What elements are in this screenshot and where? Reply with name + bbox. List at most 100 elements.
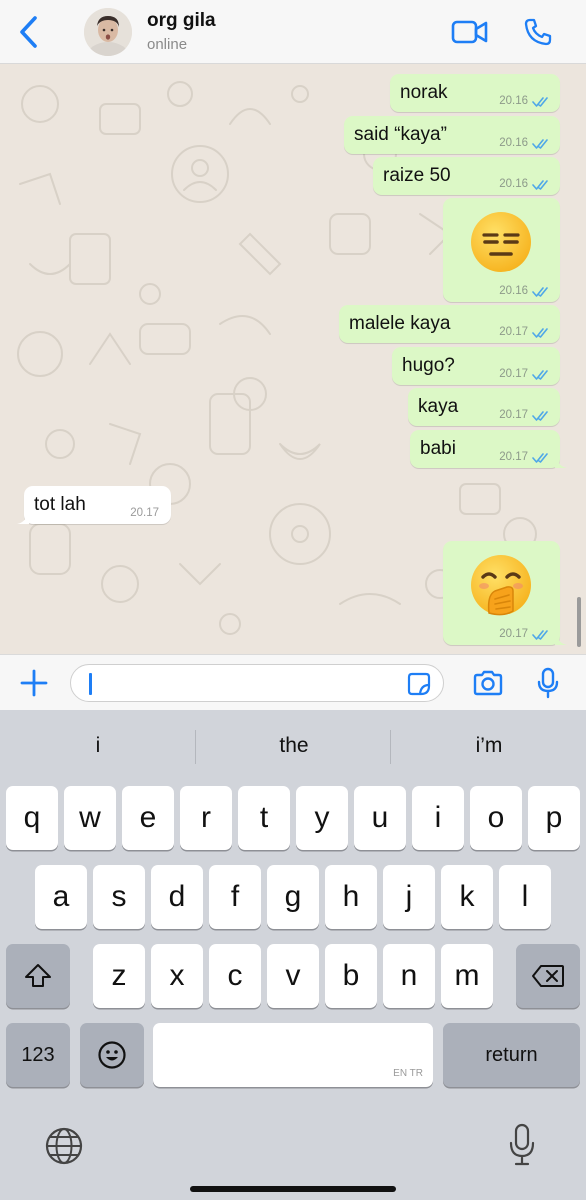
key-c[interactable]: c	[209, 944, 261, 1008]
key-u[interactable]: u	[354, 786, 406, 850]
sticker-button[interactable]	[405, 671, 433, 697]
key-d[interactable]: d	[151, 865, 203, 929]
message-bubble-outgoing[interactable]: kaya 20.17	[408, 388, 560, 426]
read-ticks-icon	[532, 139, 548, 149]
message-time: 20.16	[499, 137, 528, 149]
chat-area[interactable]: norak 20.16 said “kaya” 20.16 raize 50 2…	[0, 64, 586, 654]
contact-name[interactable]: org gila	[147, 10, 216, 32]
message-bubble-outgoing[interactable]: norak 20.16	[390, 74, 560, 112]
key-g[interactable]: g	[267, 865, 319, 929]
microphone-icon	[537, 667, 559, 699]
read-ticks-icon	[532, 180, 548, 190]
attach-button[interactable]	[14, 663, 54, 703]
message-text: kaya	[418, 396, 459, 417]
message-bubble-outgoing-emoji[interactable]: 20.17	[443, 541, 567, 645]
bubble-tail	[555, 631, 567, 645]
message-time: 20.17	[499, 326, 528, 338]
key-l[interactable]: l	[499, 865, 551, 929]
message-bubble-outgoing[interactable]: malele kaya 20.17	[339, 305, 560, 343]
space-key[interactable]: EN TR	[153, 1023, 433, 1087]
emoji-key[interactable]	[80, 1023, 144, 1087]
home-indicator[interactable]	[190, 1186, 396, 1192]
message-text: said “kaya”	[354, 124, 447, 145]
message-text: babi	[420, 438, 456, 459]
camera-icon	[473, 670, 503, 696]
message-input-bar	[0, 654, 586, 710]
read-ticks-icon	[532, 453, 548, 463]
key-e[interactable]: e	[122, 786, 174, 850]
key-n[interactable]: n	[383, 944, 435, 1008]
key-o[interactable]: o	[470, 786, 522, 850]
message-bubble-outgoing-emoji[interactable]: 20.16	[443, 198, 560, 302]
chat-header: org gila online	[0, 0, 586, 64]
read-ticks-icon	[532, 411, 548, 421]
message-text: raize 50	[383, 165, 451, 186]
message-time: 20.16	[499, 95, 528, 107]
key-i[interactable]: i	[412, 786, 464, 850]
key-t[interactable]: t	[238, 786, 290, 850]
key-p[interactable]: p	[528, 786, 580, 850]
message-text: malele kaya	[349, 313, 451, 334]
message-time: 20.17	[499, 628, 528, 640]
key-q[interactable]: q	[6, 786, 58, 850]
suggestion-3[interactable]: i’m	[391, 722, 586, 770]
message-time: 20.17	[499, 451, 528, 463]
return-key[interactable]: return	[443, 1023, 580, 1087]
read-ticks-icon	[532, 630, 548, 640]
key-x[interactable]: x	[151, 944, 203, 1008]
video-camera-icon	[451, 20, 488, 44]
keyboard-language-hint: EN TR	[393, 1068, 423, 1079]
video-call-button[interactable]	[448, 12, 492, 52]
avatar[interactable]	[84, 8, 132, 56]
message-bubble-outgoing[interactable]: said “kaya” 20.16	[344, 116, 560, 154]
shift-key[interactable]	[6, 944, 70, 1008]
message-bubble-outgoing[interactable]: babi 20.17	[410, 430, 567, 468]
key-z[interactable]: z	[93, 944, 145, 1008]
message-bubble-incoming[interactable]: tot lah 20.17	[17, 486, 171, 524]
message-time: 20.17	[499, 368, 528, 380]
key-b[interactable]: b	[325, 944, 377, 1008]
message-bubble-outgoing[interactable]: raize 50 20.16	[373, 157, 560, 195]
message-time: 20.17	[499, 409, 528, 421]
key-f[interactable]: f	[209, 865, 261, 929]
camera-button[interactable]	[468, 664, 508, 702]
key-y[interactable]: y	[296, 786, 348, 850]
globe-key[interactable]	[40, 1122, 88, 1170]
dictation-key[interactable]	[498, 1118, 546, 1172]
suggestion-1[interactable]: i	[0, 722, 196, 770]
backspace-key[interactable]	[516, 944, 580, 1008]
bubble-tail	[17, 510, 29, 524]
shift-arrow-icon	[25, 964, 51, 987]
key-s[interactable]: s	[93, 865, 145, 929]
text-caret	[89, 673, 92, 695]
read-ticks-icon	[532, 97, 548, 107]
message-text: tot lah	[34, 494, 86, 515]
key-v[interactable]: v	[267, 944, 319, 1008]
read-ticks-icon	[532, 370, 548, 380]
expressionless-face-emoji-icon	[471, 212, 531, 272]
back-button[interactable]	[10, 10, 46, 54]
key-w[interactable]: w	[64, 786, 116, 850]
phone-icon	[524, 18, 552, 46]
numbers-key[interactable]: 123	[6, 1023, 70, 1087]
face-with-hand-over-mouth-emoji-icon	[471, 555, 531, 616]
message-time: 20.17	[130, 507, 159, 519]
suggestion-2[interactable]: the	[196, 722, 392, 770]
message-input[interactable]	[70, 664, 444, 702]
key-j[interactable]: j	[383, 865, 435, 929]
key-m[interactable]: m	[441, 944, 493, 1008]
read-ticks-icon	[532, 287, 548, 297]
message-time: 20.16	[499, 178, 528, 190]
key-h[interactable]: h	[325, 865, 377, 929]
chevron-left-icon	[20, 16, 37, 48]
key-k[interactable]: k	[441, 865, 493, 929]
voice-message-button[interactable]	[530, 664, 566, 702]
chat-scrollbar[interactable]	[577, 597, 581, 647]
message-bubble-outgoing[interactable]: hugo? 20.17	[392, 347, 560, 385]
voice-call-button[interactable]	[516, 12, 560, 52]
message-time: 20.16	[499, 285, 528, 297]
key-r[interactable]: r	[180, 786, 232, 850]
key-a[interactable]: a	[35, 865, 87, 929]
message-text: hugo?	[402, 355, 455, 376]
contact-status: online	[147, 36, 188, 53]
